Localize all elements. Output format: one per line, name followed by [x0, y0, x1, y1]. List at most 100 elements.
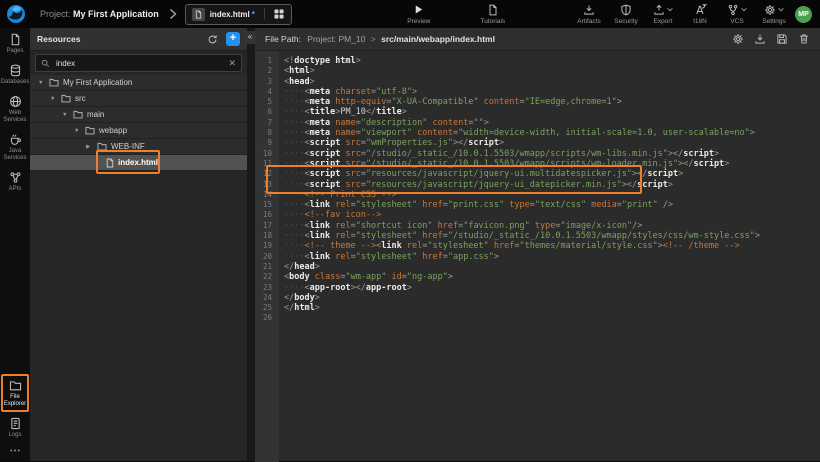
download-tray-icon	[583, 4, 595, 16]
chevron-down-icon[interactable]: ▼	[38, 80, 49, 86]
code-line[interactable]: 3<head>	[255, 77, 820, 87]
sidebar-item-file-explorer[interactable]: File Explorer	[1, 374, 29, 412]
code-line[interactable]: 24</body>	[255, 293, 820, 303]
topbar-action-label: Tutorials	[481, 18, 506, 25]
sidebar-item-web-services[interactable]: Web Services	[1, 90, 29, 128]
settings-icon[interactable]	[732, 33, 744, 45]
document-icon	[487, 4, 499, 16]
line-number: 20	[255, 252, 279, 262]
code-line[interactable]: 9····<script src="wmProperties.js"></scr…	[255, 138, 820, 148]
wavemaker-studio: { "topbar": { "project_label": "Project:…	[0, 0, 820, 461]
project-breadcrumb: Project: My First Application	[40, 9, 159, 19]
chevron-down-icon[interactable]: ▼	[62, 112, 73, 118]
code-line[interactable]: 18····<link rel="stylesheet" href="/stud…	[255, 231, 820, 241]
gear-icon	[764, 4, 776, 16]
sidebar-top-group: PagesDatabases Web Services Java Services A…	[1, 28, 29, 197]
code-line[interactable]: 13····<script src="resources/javascript/…	[255, 180, 820, 190]
save-icon[interactable]	[776, 33, 788, 45]
download-icon[interactable]	[754, 33, 766, 45]
delete-icon[interactable]	[798, 33, 810, 45]
tree-item-web-inf[interactable]: ▶WEB-INF	[30, 139, 247, 155]
line-number: 14	[255, 190, 279, 200]
branch-icon	[727, 4, 739, 16]
tree-item-label: My First Application	[63, 78, 132, 87]
file-path-bar: File Path: Project: PM_10 > src/main/web…	[255, 28, 820, 51]
sidebar-item-more[interactable]	[1, 443, 29, 457]
code-line[interactable]: 4····<meta charset="utf-8">	[255, 87, 820, 97]
tree-item-src[interactable]: ▼src	[30, 91, 247, 107]
code-line[interactable]: 14····<!-- Print CSS -->	[255, 190, 820, 200]
code-line[interactable]: 23····<app-root></app-root>	[255, 283, 820, 293]
line-number: 5	[255, 97, 279, 107]
clear-search-icon[interactable]: ✕	[228, 59, 236, 68]
layout-grid-icon[interactable]	[264, 8, 285, 20]
code-line[interactable]: 20····<link rel="stylesheet" href="app.c…	[255, 252, 820, 262]
code-line[interactable]: 26	[255, 313, 820, 323]
chevron-down-icon	[778, 7, 784, 12]
open-file-tab[interactable]: index.html *	[185, 4, 292, 25]
topbar-action-label: I18N	[693, 18, 707, 25]
sidebar-item-apis[interactable]: APIs	[1, 166, 29, 197]
modified-marker: *	[252, 10, 255, 19]
code-line[interactable]: 16····<!--fav icon-->	[255, 210, 820, 220]
chevron-down-icon[interactable]: ▼	[50, 96, 61, 102]
sidebar-item-label: APIs	[9, 186, 22, 193]
code-line[interactable]: 6····<title>PM_10</title>	[255, 107, 820, 117]
search-input[interactable]	[54, 58, 228, 69]
topbar-action-i18n[interactable]: I18N	[685, 3, 715, 25]
code-line[interactable]: 12····<script src="resources/javascript/…	[255, 169, 820, 179]
code-area[interactable]: 1<!doctype html>2<html>3<head>4····<meta…	[255, 51, 820, 462]
sidebar-item-java-services[interactable]: Java Services	[1, 128, 29, 166]
code-line[interactable]: 2<html>	[255, 66, 820, 76]
tree-item-webapp[interactable]: ▼webapp	[30, 123, 247, 139]
line-number: 6	[255, 107, 279, 117]
code-line[interactable]: 17····<link rel="shortcut icon" href="fa…	[255, 221, 820, 231]
code-line[interactable]: 10····<script src="/studio/_static_/10.0…	[255, 149, 820, 159]
sidebar-item-pages[interactable]: Pages	[1, 28, 29, 59]
line-number: 17	[255, 221, 279, 231]
refresh-icon[interactable]	[207, 34, 218, 45]
chevron-right-icon	[169, 9, 177, 19]
coffee-icon	[9, 133, 22, 146]
topbar-action-label: Security	[614, 18, 637, 25]
code-line[interactable]: 11····<script src="/studio/_static_/10.0…	[255, 159, 820, 169]
topbar-action-settings[interactable]: Settings	[759, 3, 789, 25]
code-line[interactable]: 5····<meta http-equiv="X-UA-Compatible" …	[255, 97, 820, 107]
code-line[interactable]: 19····<!-- theme --><link rel="styleshee…	[255, 241, 820, 251]
sidebar-item-label: Web Services	[1, 110, 29, 124]
sidebar-item-logs[interactable]: Logs	[1, 412, 29, 443]
project-name[interactable]: My First Application	[73, 9, 159, 19]
user-avatar[interactable]: MP	[795, 6, 812, 23]
tree-item-main[interactable]: ▼main	[30, 107, 247, 123]
code-line[interactable]: 21</head>	[255, 262, 820, 272]
topbar-action-security[interactable]: Security	[611, 3, 641, 25]
translate-icon	[694, 3, 707, 16]
database-icon	[9, 64, 22, 77]
code-line[interactable]: 15····<link rel="stylesheet" href="print…	[255, 200, 820, 210]
code-line[interactable]: 1<!doctype html>	[255, 56, 820, 66]
sidebar-item-databases[interactable]: Databases	[1, 59, 29, 90]
add-resource-button[interactable]: +	[226, 32, 240, 46]
sidebar-item-label: File Explorer	[3, 394, 27, 408]
chevron-down-icon[interactable]: ▼	[74, 128, 85, 134]
chevron-down-icon	[667, 7, 673, 12]
topbar-action-preview[interactable]: Preview	[404, 3, 434, 25]
api-icon	[9, 171, 22, 184]
topbar-action-artifacts[interactable]: Artifacts	[574, 3, 604, 25]
code-line[interactable]: 7····<meta name="description" content=""…	[255, 118, 820, 128]
topbar-action-export[interactable]: Export	[648, 3, 678, 25]
wavemaker-logo-icon[interactable]	[6, 4, 26, 24]
topbar-action-vcs[interactable]: VCS	[722, 3, 752, 25]
line-number: 19	[255, 241, 279, 251]
tree-item-index-html[interactable]: index.html	[30, 155, 247, 171]
topbar-action-tutorials[interactable]: Tutorials	[478, 3, 508, 25]
left-sidebar: PagesDatabases Web Services Java Services A…	[0, 28, 30, 461]
code-line[interactable]: 8····<meta name="viewport" content="widt…	[255, 128, 820, 138]
line-number: 3	[255, 77, 279, 87]
collapse-panel-button[interactable]: «	[244, 31, 256, 44]
chevron-right-icon[interactable]: ▶	[86, 144, 97, 150]
code-line[interactable]: 25</html>	[255, 303, 820, 313]
panel-splitter[interactable]: «	[247, 28, 255, 461]
code-line[interactable]: 22<body class="wm-app" id="ng-app">	[255, 272, 820, 282]
tree-item-my-first-application[interactable]: ▼ My First Application	[30, 75, 247, 91]
